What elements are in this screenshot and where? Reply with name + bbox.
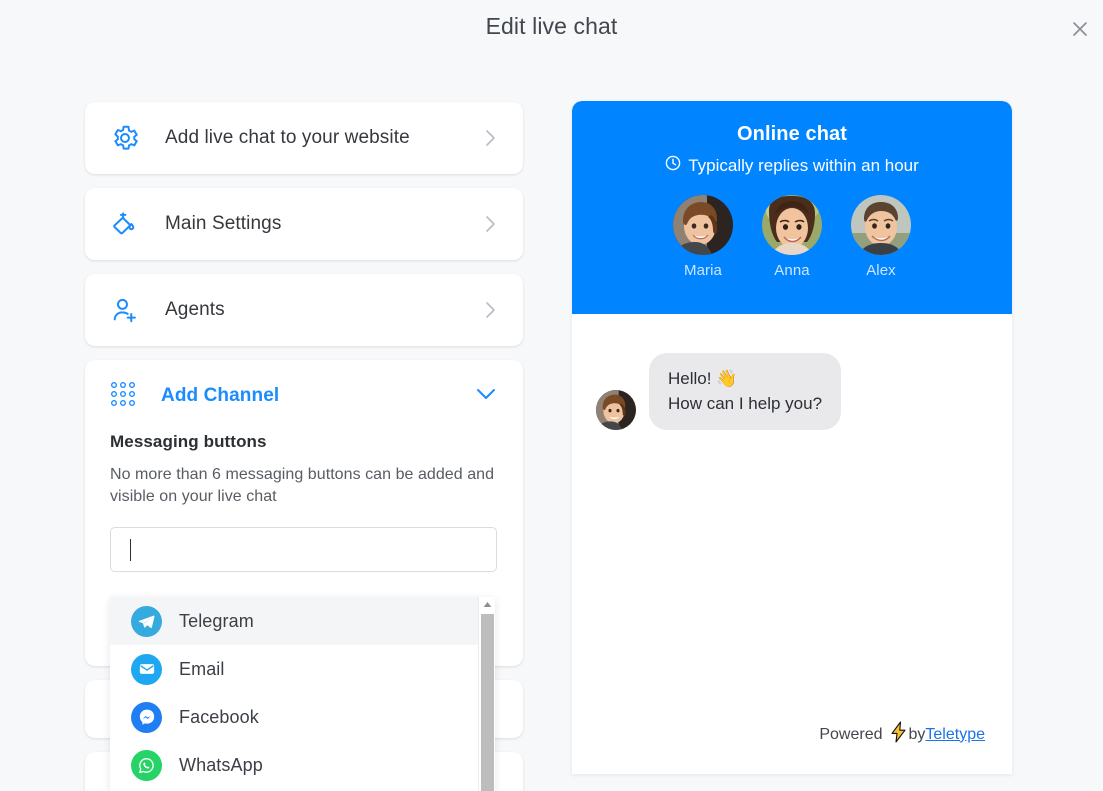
facebook-messenger-icon	[131, 701, 162, 733]
agent-alex[interactable]: Alex	[851, 195, 911, 279]
preview-header: Online chat Typically replies within an …	[572, 101, 1012, 314]
dropdown-option-whatsapp[interactable]: WhatsApp	[110, 741, 495, 789]
avatar	[673, 195, 733, 255]
live-chat-preview: Online chat Typically replies within an …	[572, 101, 1012, 774]
agent-anna[interactable]: Anna	[762, 195, 822, 279]
user-plus-icon	[108, 293, 142, 327]
gear-icon	[108, 121, 142, 155]
dropdown-option-email[interactable]: Email	[110, 645, 495, 693]
sidebar-item-agents[interactable]: Agents	[85, 274, 523, 346]
paint-bucket-icon	[108, 207, 142, 241]
scroll-up-arrow-icon[interactable]	[479, 597, 495, 612]
powered-by-footer: Powered by Teletype	[819, 721, 985, 748]
dropdown-scrollbar[interactable]	[478, 597, 495, 791]
sidebar-item-add-live-chat[interactable]: Add live chat to your website	[85, 102, 523, 174]
channel-dropdown[interactable]: Telegram Email Facebook WhatsApp	[110, 597, 495, 791]
sidebar-item-main-settings[interactable]: Main Settings	[85, 188, 523, 260]
dropdown-option-label: WhatsApp	[179, 754, 263, 775]
chevron-right-icon	[485, 300, 497, 320]
sidebar-item-label: Main Settings	[165, 213, 282, 234]
sidebar-item-add-channel[interactable]: Add Channel	[85, 360, 523, 432]
card-main-settings: Main Settings	[85, 188, 523, 260]
chevron-down-icon[interactable]	[475, 387, 497, 406]
agent-maria[interactable]: Maria	[673, 195, 733, 279]
chevron-right-icon	[485, 128, 497, 148]
dropdown-option-facebook[interactable]: Facebook	[110, 693, 495, 741]
email-icon	[131, 653, 162, 685]
message-line-1: Hello! 👋	[668, 369, 738, 388]
dropdown-option-label: Facebook	[179, 706, 259, 727]
avatar	[851, 195, 911, 255]
agent-name: Anna	[774, 262, 810, 279]
page-title: Edit live chat	[485, 13, 618, 39]
card-add-live-chat: Add live chat to your website	[85, 102, 523, 174]
lightning-bolt-icon	[889, 721, 908, 748]
messaging-buttons-description: No more than 6 messaging buttons can be …	[110, 466, 495, 505]
messaging-buttons-title: Messaging buttons	[110, 432, 267, 451]
close-icon	[1070, 19, 1090, 39]
dropdown-option-label: Telegram	[179, 610, 254, 631]
add-channel-label: Add Channel	[161, 385, 280, 406]
dropdown-option-label: Email	[179, 658, 225, 679]
agent-name: Maria	[683, 262, 722, 279]
whatsapp-icon	[131, 749, 162, 781]
message-avatar	[596, 390, 636, 430]
clock-icon	[665, 155, 681, 176]
preview-subtitle-row: Typically replies within an hour	[572, 155, 1012, 176]
chevron-right-icon	[485, 214, 497, 234]
message-bubble: Hello! 👋 How can I help you?	[642, 353, 842, 430]
powered-text: Powered	[819, 725, 883, 743]
avatar	[762, 195, 822, 255]
sidebar-item-label: Agents	[165, 299, 225, 320]
scrollbar-thumb[interactable]	[481, 614, 494, 791]
by-text: by	[908, 725, 926, 743]
grid-dots-icon	[108, 379, 138, 414]
text-caret	[130, 539, 131, 561]
card-agents: Agents	[85, 274, 523, 346]
message-line-2: How can I help you?	[668, 394, 823, 413]
telegram-icon	[131, 605, 162, 637]
channel-search-input[interactable]	[110, 527, 497, 572]
agent-name: Alex	[866, 262, 896, 279]
close-button[interactable]	[1064, 13, 1096, 45]
teletype-link[interactable]: Teletype	[925, 726, 985, 744]
dropdown-option-telegram[interactable]: Telegram	[110, 597, 495, 645]
sidebar-item-label: Add live chat to your website	[165, 127, 410, 148]
chat-message: Hello! 👋 How can I help you?	[596, 353, 842, 430]
preview-subtitle: Typically replies within an hour	[688, 155, 919, 175]
preview-agents: Maria Anna Alex	[572, 195, 1012, 279]
preview-body: Hello! 👋 How can I help you? Powered by …	[572, 314, 1012, 774]
preview-title: Online chat	[736, 123, 847, 145]
